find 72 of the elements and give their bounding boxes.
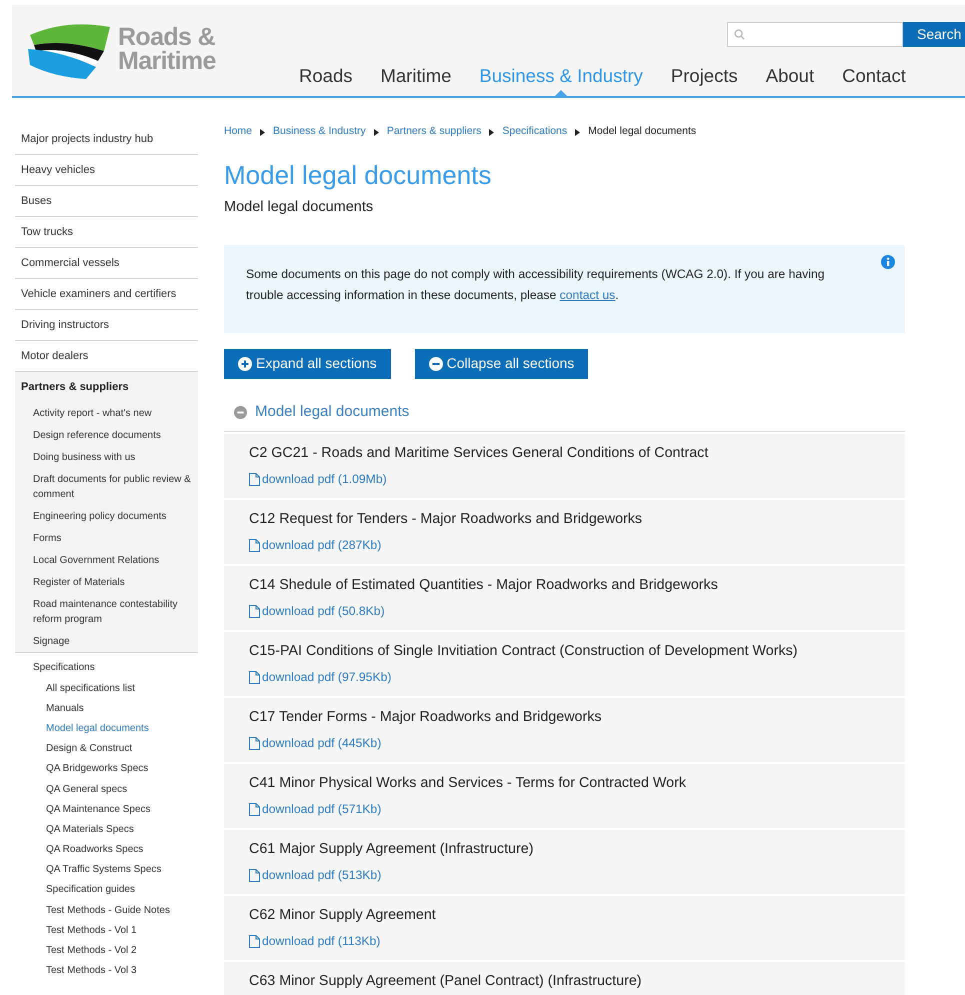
sidebar-item[interactable]: Heavy vehicles [15,155,198,186]
logo-text: Roads & Maritime [118,25,217,73]
sidebar-subitem[interactable]: Activity report - what's new [15,402,198,424]
document-title: C15-PAI Conditions of Single Invitiation Contract (Construction of Development Works) [249,642,799,660]
sidebar-subitem[interactable]: Draft documents for public review & comment [15,468,198,505]
nav-link[interactable]: Roads [299,62,352,97]
document-title: C62 Minor Supply Agreement [249,906,437,924]
file-icon [249,670,260,684]
sidebar-subitem[interactable]: Doing business with us [15,446,198,468]
sidebar-subitem[interactable]: Signage [15,630,198,652]
breadcrumb-separator-icon [374,128,379,136]
file-icon [249,736,260,750]
section-toggle[interactable]: Model legal documents [224,400,905,432]
breadcrumb-separator-icon [260,128,266,136]
expand-all-button[interactable]: Expand all sections [224,348,391,379]
breadcrumb-link[interactable]: Home [224,124,252,140]
sidebar-item[interactable]: Major projects industry hub [15,124,198,155]
file-icon [249,868,260,882]
download-link[interactable]: download pdf (50.8Kb) [249,602,385,621]
breadcrumb-separator-icon [489,128,494,136]
download-link[interactable]: download pdf (571Kb) [249,800,382,819]
document-title: C2 GC21 - Roads and Maritime Services General Conditions of Contract [249,444,710,462]
nav-link[interactable]: Projects [670,62,738,97]
notice-text: Some documents on this page do not comply with accessibility requirements (WCAG 2.0). If you are having trouble accessing information in these documents, please contact us. [246,266,826,304]
sidebar-item[interactable]: Buses [15,186,198,217]
sidebar-item[interactable]: Driving instructors [15,310,198,341]
breadcrumb-current: Model legal documents [588,124,696,140]
sidebar-item[interactable]: Vehicle examiners and certifiers [15,279,198,310]
file-icon [249,472,260,486]
breadcrumb-separator-icon [575,128,580,136]
sidebar-item[interactable]: Tow trucks [15,217,198,248]
download-link[interactable]: download pdf (97.95Kb) [249,668,392,687]
file-icon [249,934,260,948]
document-title: C63 Minor Supply Agreement (Panel Contract) (Infrastructure) [249,972,643,990]
document-title: C17 Tender Forms - Major Roadworks and Bridgeworks [249,708,603,726]
minus-circle-icon [428,356,443,371]
breadcrumb-link[interactable]: Business & Industry [273,124,366,140]
sidebar-subitem[interactable]: Road maintenance contestability reform program [15,593,198,630]
document-title: C12 Request for Tenders - Major Roadworks and Bridgeworks [249,510,644,528]
breadcrumb-link[interactable]: Partners & suppliers [386,124,482,140]
file-icon [249,604,260,618]
nav-link[interactable]: About [766,62,814,97]
page-title: Model legal documents [224,159,492,191]
minus-circle-icon [234,406,247,418]
search-field[interactable] [727,22,903,47]
download-link[interactable]: download pdf (287Kb) [249,536,382,555]
download-link[interactable]: download pdf (513Kb) [249,866,382,885]
document-title: C14 Shedule of Estimated Quantities - Major Roadworks and Bridgeworks [249,576,719,594]
sidebar-item[interactable]: Partners & suppliers [15,372,198,402]
search-icon [734,29,745,40]
sidebar-subitem[interactable]: Local Government Relations [15,549,198,571]
document-title: C41 Minor Physical Works and Services - Terms for Contracted Work [249,774,687,792]
sidebar-subitem[interactable]: Design reference documents [15,424,198,446]
sidebar-subitem[interactable]: Register of Materials [15,571,198,593]
plus-circle-icon [238,356,252,371]
sidebar-subitem[interactable]: Forms [15,527,198,549]
download-link[interactable]: download pdf (113Kb) [249,932,380,951]
nav-link[interactable]: Maritime [380,62,452,97]
info-icon [881,254,895,269]
collapse-all-button[interactable]: Collapse all sections [414,348,588,379]
sidebar-subitem[interactable]: Engineering policy documents [15,505,198,527]
download-link[interactable]: download pdf (445Kb) [249,734,382,753]
nav-link[interactable]: Contact [842,62,906,97]
search-button[interactable]: Search [903,22,965,47]
contact-link[interactable]: contact us [560,288,616,302]
download-link[interactable]: download pdf (1.09Mb) [249,470,387,489]
page-subtitle: Model legal documents [224,198,374,217]
document-title: C61 Major Supply Agreement (Infrastructure) [249,840,534,858]
file-icon [249,538,260,552]
breadcrumb-link[interactable]: Specifications [502,124,568,140]
sidebar-item[interactable]: Commercial vessels [15,248,198,279]
file-icon [249,802,260,816]
